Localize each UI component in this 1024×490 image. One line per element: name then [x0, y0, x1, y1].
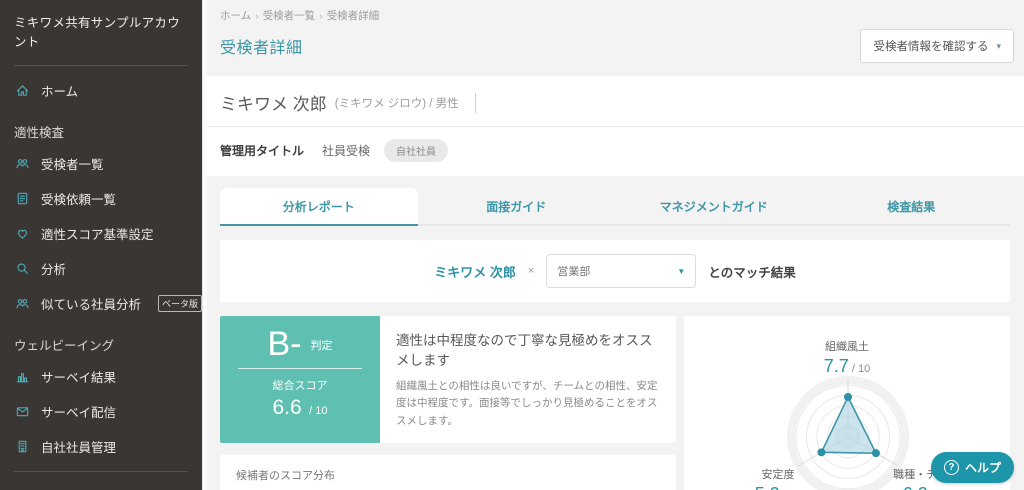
radar-axis-label-2: 安定度 5.9 / 10 — [755, 466, 801, 490]
total-score-label: 総合スコア — [272, 380, 328, 393]
tab-bar: 分析レポート 面接ガイド マネジメントガイド 検査結果 — [220, 188, 1010, 226]
score-distribution-card: 候補者のスコア分布 受検完了した候補者数が少ないためグラフを表示することができま… — [220, 454, 676, 490]
sidebar-item-heart-4[interactable]: 適性スコア基準設定 — [0, 216, 202, 251]
question-circle-icon: ? — [943, 460, 959, 475]
users-icon — [14, 156, 30, 172]
sidebar-item-label: 似ている社員分析 — [41, 298, 142, 312]
match-card: ミキワメ 次郎 × 営業部 ▼ とのマッチ結果 — [220, 240, 1010, 302]
app-window: ミキワメ共有サンプルアカウント ホーム 適性検査 受検者一覧 受検依頼一覧 適性スコア基… — [0, 0, 1024, 490]
sidebar-divider — [14, 65, 188, 66]
sidebar-item-building-10[interactable]: 自社社員管理 — [0, 429, 202, 464]
chevron-down-icon: ▾ — [996, 40, 1001, 51]
score-box: B- 判定 総合スコア 6.6 / 10 — [220, 316, 380, 443]
radar-axis-value: 5.9 / 10 — [755, 484, 801, 490]
account-name: ミキワメ共有サンプルアカウント — [14, 16, 181, 49]
breadcrumb-item-2: 受検者詳細 — [326, 10, 380, 22]
sidebar-item-users-6[interactable]: 似ている社員分析 ベータ版 — [0, 286, 202, 321]
match-suffix: とのマッチ結果 — [708, 265, 796, 280]
examinee-name-row: ミキワメ 次郎 (ミキワメ ジロウ) / 男性 — [207, 76, 1024, 126]
tab-3[interactable]: 検査結果 — [813, 188, 1011, 224]
match-candidate-name: ミキワメ 次郎 — [434, 264, 516, 280]
grade-value: B- — [267, 325, 302, 363]
admin-title-value: 社員受検 — [322, 144, 371, 158]
examinee-name: ミキワメ 次郎 — [220, 95, 327, 114]
radar-axis-value: 7.7 / 10 — [823, 356, 871, 376]
left-column: B- 判定 総合スコア 6.6 / 10 適性は中程度なので丁寧な見極めをオスス… — [220, 316, 676, 490]
heart-icon — [14, 226, 30, 242]
sidebar-item-chart-8[interactable]: サーベイ結果 — [0, 359, 202, 394]
sidebar-item-label: ホーム — [41, 85, 79, 99]
mail-icon — [14, 404, 30, 420]
employee-type-badge: 自社社員 — [384, 139, 449, 162]
main-content: ホーム › 受検者一覧 › 受検者詳細 受検者詳細 受検者情報を確認する ▾ ミキワメ … — [207, 0, 1024, 490]
page-title: 受検者詳細 — [220, 40, 303, 57]
department-select[interactable]: 営業部 ▼ — [546, 254, 697, 288]
breadcrumb-item-0[interactable]: ホーム — [220, 10, 251, 22]
name-separator — [474, 92, 476, 113]
tab-0[interactable]: 分析レポート — [220, 188, 418, 226]
breadcrumb-item-1[interactable]: 受検者一覧 — [263, 10, 316, 22]
breadcrumb-separator: › — [255, 10, 259, 22]
result-description: 組織風土との相性は良いですが、チームとの相性、安定度は中程度です。面接等でしっか… — [396, 380, 658, 427]
admin-title-row: 管理用タイトル 社員受検 自社社員 — [207, 127, 1024, 176]
examinee-info-button-label: 受検者情報を確認する — [873, 41, 989, 53]
score-divider — [238, 368, 362, 370]
report-columns: B- 判定 総合スコア 6.6 / 10 適性は中程度なので丁寧な見極めをオスス… — [220, 316, 1010, 490]
tab-1[interactable]: 面接ガイド — [418, 188, 616, 224]
examinee-summary: ミキワメ 次郎 (ミキワメ ジロウ) / 男性 管理用タイトル 社員受検 自社社… — [207, 76, 1024, 176]
total-score-value: 6.6 — [272, 396, 302, 420]
sidebar-item-search-5[interactable]: 分析 — [0, 251, 202, 286]
chevron-down-icon: ▼ — [677, 266, 686, 276]
beta-badge: ベータ版 — [158, 295, 202, 312]
breadcrumb-separator: › — [319, 10, 323, 22]
grade-label: 判定 — [310, 339, 333, 352]
sidebar-item-label: 適性スコア基準設定 — [41, 228, 154, 242]
admin-title-label: 管理用タイトル — [220, 144, 305, 158]
tab-2[interactable]: マネジメントガイド — [615, 188, 813, 224]
sidebar: ミキワメ共有サンプルアカウント ホーム適性検査受検者一覧受検依頼一覧適性スコア基… — [0, 0, 202, 490]
page-header: 受検者詳細 受検者情報を確認する ▾ — [207, 23, 1024, 63]
sidebar-section-label: 適性検査 — [14, 126, 65, 140]
sidebar-item-label: 受検依頼一覧 — [41, 193, 117, 207]
radar-axis-category: 安定度 — [761, 469, 795, 481]
sidebar-item-file-3[interactable]: 受検依頼一覧 — [0, 181, 202, 216]
help-button[interactable]: ? ヘルプ — [930, 452, 1014, 483]
sidebar-item-label: サーベイ配信 — [41, 406, 117, 420]
sidebar-divider — [14, 471, 188, 472]
radar-axis-label-0: 組織風土 7.7 / 10 — [824, 338, 870, 377]
sidebar-item-label: 自社社員管理 — [41, 441, 117, 455]
radar-axis-category: 組織風土 — [825, 341, 869, 353]
breadcrumb: ホーム › 受検者一覧 › 受検者詳細 — [207, 0, 1024, 23]
sidebar-item-download-12[interactable]: 個人結果ダウンロード一覧 — [0, 479, 202, 490]
result-headline: 適性は中程度なので丁寧な見極めをオススメします — [396, 333, 653, 368]
total-score-max: / 10 — [309, 405, 328, 418]
search-icon — [14, 261, 30, 277]
score-distribution-title: 候補者のスコア分布 — [236, 469, 335, 482]
home-icon — [14, 83, 30, 99]
sidebar-section-label: ウェルビーイング — [14, 339, 115, 353]
file-icon — [14, 191, 30, 207]
radar-axis-value: 6.2 / 10 — [893, 484, 959, 490]
sidebar-item-label: サーベイ結果 — [41, 371, 117, 385]
sidebar-item-mail-9[interactable]: サーベイ配信 — [0, 394, 202, 429]
examinee-info-button[interactable]: 受検者情報を確認する ▾ — [860, 29, 1014, 63]
sidebar-menu: ホーム適性検査受検者一覧受検依頼一覧適性スコア基準設定 分析似ている社員分析 ベータ… — [0, 73, 202, 490]
help-button-label: ヘルプ — [964, 461, 1001, 475]
sidebar-item-label: 受検者一覧 — [41, 158, 104, 172]
building-icon — [14, 439, 30, 455]
sidebar-item-users-2[interactable]: 受検者一覧 — [0, 146, 202, 181]
sidebar-item-home-0[interactable]: ホーム — [0, 73, 202, 108]
overall-result-card: B- 判定 総合スコア 6.6 / 10 適性は中程度なので丁寧な見極めをオスス… — [220, 316, 676, 443]
department-select-value: 営業部 — [557, 266, 591, 278]
sidebar-item-label: 分析 — [41, 263, 67, 277]
users-icon — [14, 296, 30, 312]
examinee-kana-gender: (ミキワメ ジロウ) / 男性 — [334, 97, 459, 110]
match-separator: × — [527, 265, 535, 277]
result-text: 適性は中程度なので丁寧な見極めをオススメします 組織風土との相性は良いですが、チ… — [380, 316, 676, 443]
chart-icon — [14, 369, 30, 385]
